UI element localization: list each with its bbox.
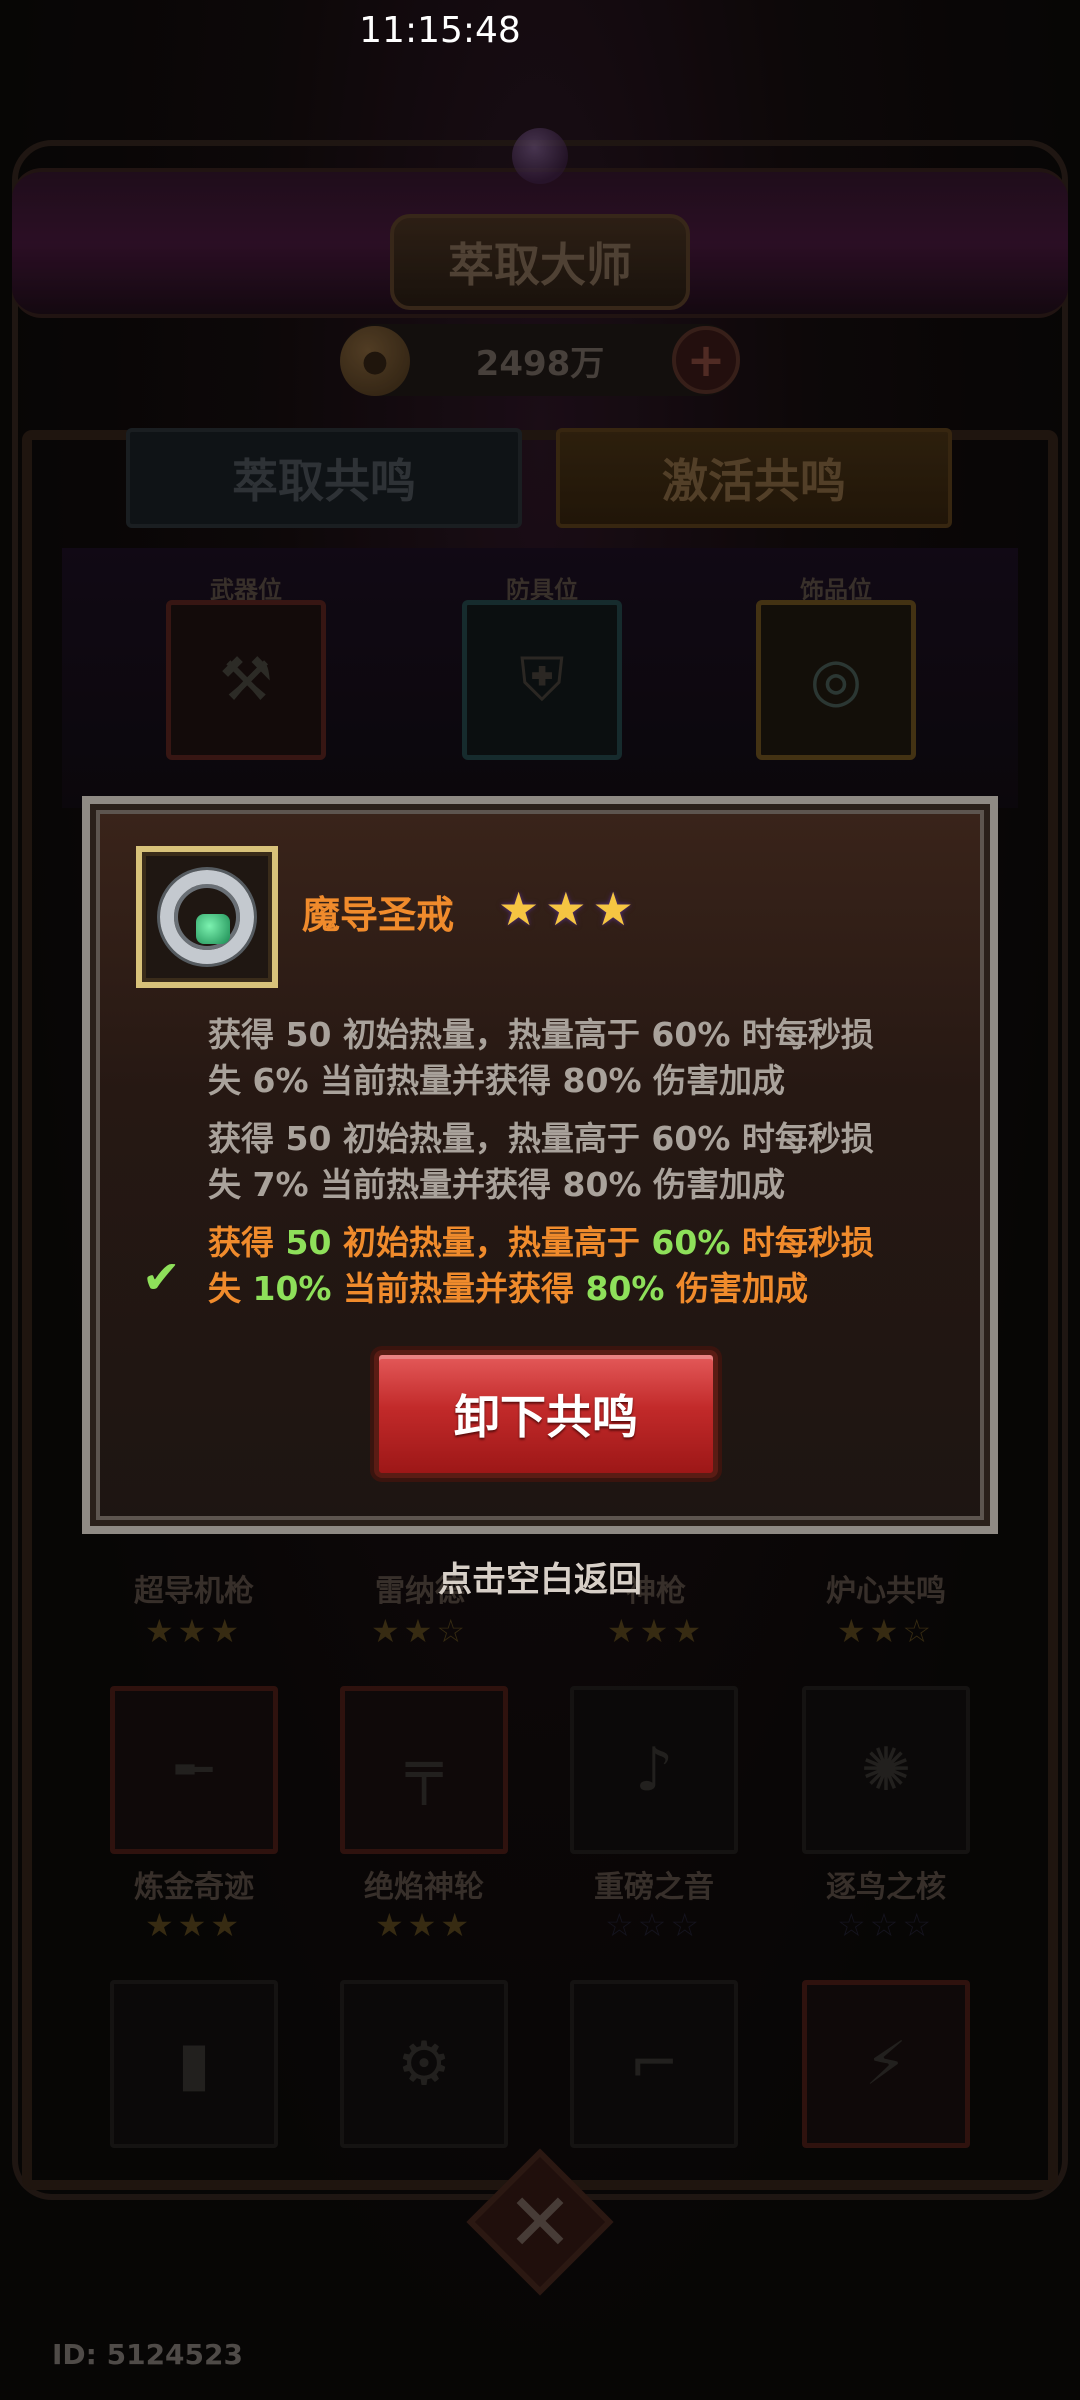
effect-line-1: 获得 50 初始热量，热量高于 60% 时每秒损 [208,1223,874,1262]
effect-tier-1: 获得 50 初始热量，热量高于 60% 时每秒损 失 6% 当前热量并获得 80… [208,1012,948,1104]
effect-line-2: 失 7% 当前热量并获得 80% 伤害加成 [208,1165,786,1204]
tap-blank-to-return-hint: 点击空白返回 [438,1560,642,1600]
effect-tier-3-active: 获得 50 初始热量，热量高于 60% 时每秒损 失 10% 当前热量并获得 8… [208,1220,948,1312]
effect-line-1: 获得 50 初始热量，热量高于 60% 时每秒损 [208,1119,874,1158]
status-bar-time: 11:15:48 [359,10,521,51]
ring-icon [160,870,254,964]
active-check-icon: ✔ [142,1250,181,1304]
effect-tier-2: 获得 50 初始热量，热量高于 60% 时每秒损 失 7% 当前热量并获得 80… [208,1116,948,1208]
unequip-resonance-button[interactable]: 卸下共鸣 [374,1350,718,1478]
effect-line-1: 获得 50 初始热量，热量高于 60% 时每秒损 [208,1015,874,1054]
resonance-detail-popup: 魔导圣戒 ★★★ 获得 50 初始热量，热量高于 60% 时每秒损 失 6% 当… [82,796,998,1534]
item-name: 魔导圣戒 [302,893,455,937]
effect-line-2: 失 6% 当前热量并获得 80% 伤害加成 [208,1061,786,1100]
effect-line-2: 失 10% 当前热量并获得 80% 伤害加成 [208,1269,808,1308]
item-icon-frame [136,846,278,988]
item-star-rating: ★★★ [498,882,640,936]
